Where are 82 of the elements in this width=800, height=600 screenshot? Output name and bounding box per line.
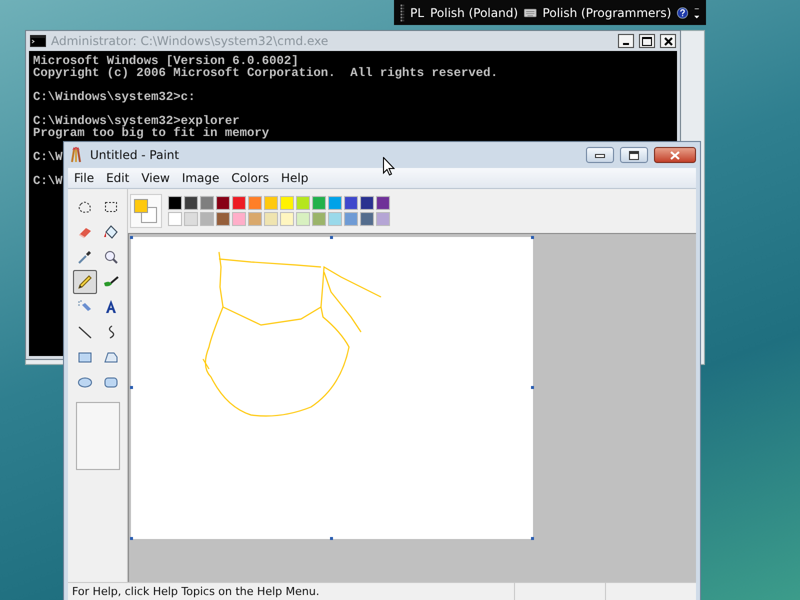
color-swatch[interactable] [344,212,358,226]
console-line: C:\Windows\system32>explorer [33,115,240,127]
mouse-cursor-icon [383,157,395,176]
language-code[interactable]: PL [410,6,424,20]
menu-item[interactable]: Colors [225,171,276,185]
menu-item[interactable]: Help [275,171,314,185]
maximize-button[interactable] [620,147,648,163]
color-swatch[interactable] [184,212,198,226]
minimize-button[interactable] [618,34,634,48]
color-swatch[interactable] [216,196,230,210]
close-icon [670,150,680,160]
minimize-button[interactable] [586,147,614,163]
color-swatch[interactable] [360,212,374,226]
menu-item[interactable]: Image [176,171,226,185]
keyboard-icon[interactable] [524,6,537,18]
menu-item[interactable]: File [68,171,100,185]
color-swatch[interactable] [376,196,390,210]
color-swatch[interactable] [200,212,214,226]
maximize-icon [642,36,652,46]
resize-handle[interactable] [531,537,534,540]
menu-item[interactable]: View [135,171,176,185]
close-button[interactable] [654,147,696,163]
console-line: Copyright (c) 2006 Microsoft Corporation. All rights reserved. [33,67,498,79]
tool-options-panel [76,402,120,470]
pencil-icon [76,274,92,290]
color-swatch[interactable] [280,196,294,210]
resize-handle[interactable] [531,236,534,239]
console-line: C:\Windows\system32>c: [33,91,196,103]
color-swatch[interactable] [232,212,246,226]
color-swatch[interactable] [232,196,246,210]
color-swatch[interactable] [168,196,182,210]
language-name[interactable]: Polish (Poland) [430,6,518,20]
foreground-color-swatch[interactable] [134,199,148,213]
resize-handle[interactable] [130,537,133,540]
maximize-icon [629,150,639,160]
color-swatch[interactable] [216,212,230,226]
console-line: C:\W [33,151,63,163]
console-line: Program too big to fit in memory [33,127,270,139]
resize-handle[interactable] [130,386,133,389]
color-swatch[interactable] [248,196,262,210]
free-select-icon [76,199,92,215]
resize-handle[interactable] [330,236,333,239]
close-icon [664,36,672,46]
resize-handle[interactable] [330,537,333,540]
grip-icon[interactable] [400,4,404,22]
console-line: C:\W [33,175,63,187]
color-swatch[interactable] [264,196,278,210]
tool-button[interactable] [72,270,96,294]
color-swatch[interactable] [296,212,310,226]
picker-icon [76,249,92,265]
color-swatch[interactable] [360,196,374,210]
window-title: Untitled - Paint [90,148,180,162]
status-text: For Help, click Help Topics on the Help Menu. [71,585,320,598]
help-icon[interactable] [677,4,688,20]
close-button[interactable] [660,34,676,48]
resize-handle[interactable] [531,386,534,389]
keyboard-layout[interactable]: Polish (Programmers) [542,6,672,20]
color-swatch[interactable] [296,196,310,210]
color-swatch[interactable] [280,212,294,226]
color-swatch[interactable] [328,196,342,210]
color-swatch[interactable] [264,212,278,226]
menu-item[interactable]: Edit [100,171,136,185]
color-swatch[interactable] [344,196,358,210]
brushes-icon [68,147,84,163]
color-swatch[interactable] [376,212,390,226]
console-line: Microsoft Windows [Version 6.0.6002] [33,55,299,67]
line-icon [76,324,92,340]
select-icon [102,199,118,215]
color-swatch[interactable] [184,196,198,210]
color-swatch[interactable] [168,212,182,226]
color-swatch[interactable] [328,212,342,226]
color-swatch[interactable] [200,196,214,210]
fill-icon [102,224,118,240]
console-icon [30,35,46,47]
color-swatch[interactable] [248,212,262,226]
maximize-button[interactable] [639,34,655,48]
minimize-icon [595,152,605,158]
window-title: Administrator: C:\Windows\system32\cmd.exe [51,34,330,48]
color-swatch[interactable] [312,212,326,226]
magnifier-icon [102,249,118,265]
color-swatch[interactable] [312,196,326,210]
resize-handle[interactable] [130,236,133,239]
